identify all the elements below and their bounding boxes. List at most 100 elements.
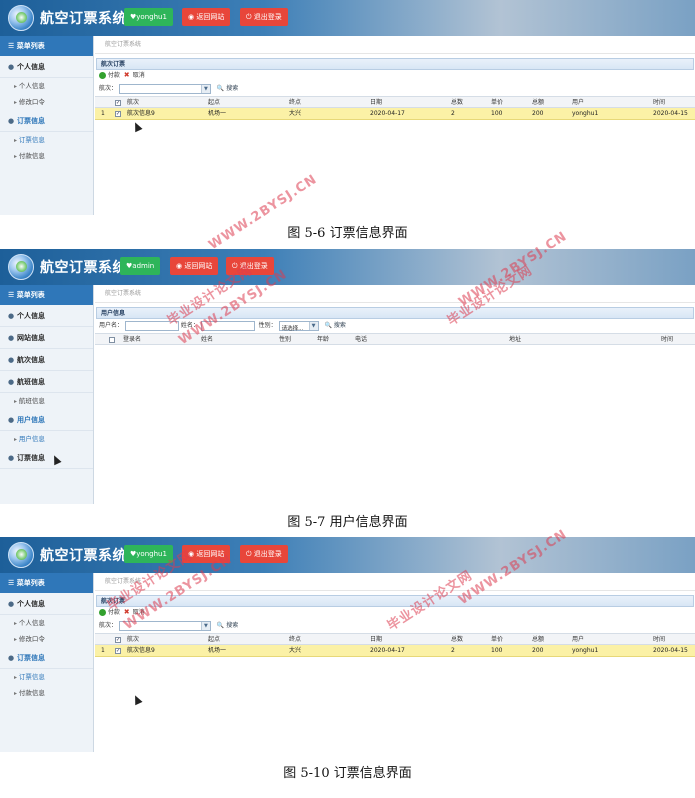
sidebar-item-personal-info[interactable]: 个人信息 <box>0 615 93 631</box>
search-button[interactable]: 🔍 搜索 <box>324 322 345 329</box>
row-checkbox[interactable]: ✓ <box>115 648 121 654</box>
sidebar: ☰ 菜单列表 ●个人信息 个人信息 修改口令 ●订票信息 订票信息 付款信息 <box>0 36 94 215</box>
home-button[interactable]: ◉ 返回网站 <box>182 8 231 26</box>
home-button[interactable]: ◉ 返回网站 <box>170 257 219 275</box>
header-bar: 航空订票系统 ♥yonghu1 ◉ 返回网站 ⏻ 退出登录 <box>0 537 695 573</box>
sidebar: ☰ 菜单列表 ●个人信息 ●网站信息 ●航次信息 ●航班信息 航班信息 ●用户信… <box>0 285 94 504</box>
sidebar-group-label: 航次信息 <box>17 356 45 364</box>
table-cell: 大兴 <box>289 110 302 117</box>
cancel-button[interactable]: ✖ 取消 <box>123 71 145 80</box>
sidebar-item-personal-info[interactable]: 个人信息 <box>0 78 93 94</box>
sidebar-group-personal[interactable]: ● 个人信息 <box>0 305 93 327</box>
gender-value: 请选择... <box>281 325 304 332</box>
sidebar-heading: ☰ 菜单列表 <box>0 285 93 305</box>
breadcrumb: 航空订票系统 <box>95 36 695 54</box>
toolbar: 付款 ✖ 取消 <box>95 70 695 82</box>
fade-overlay <box>95 434 695 504</box>
table-cell: yonghu1 <box>572 110 599 117</box>
select-all-checkbox[interactable]: ✓ <box>115 100 121 106</box>
cancel-icon: ✖ <box>123 71 130 79</box>
column-header: 年龄 <box>317 336 330 343</box>
user-name: yonghu1 <box>136 550 167 558</box>
table-cell: 2020-04-17 <box>370 647 405 654</box>
sidebar-group-personal[interactable]: ● 个人信息 <box>0 593 93 615</box>
table-cell: 航次信息9 <box>127 110 155 117</box>
app-logo <box>8 5 34 31</box>
user-icon: ● <box>8 378 15 386</box>
search-button[interactable]: 🔍 搜索 <box>217 622 238 629</box>
sidebar-group-label: 个人信息 <box>17 600 45 608</box>
flight-select[interactable]: ▼ <box>118 83 211 94</box>
sidebar-group-site[interactable]: ● 网站信息 <box>0 327 93 349</box>
sidebar-group-users[interactable]: ● 用户信息 <box>0 409 93 431</box>
sidebar-item-user-info[interactable]: 用户信息 <box>0 431 93 447</box>
table-row[interactable]: 1 ✓ 航次信息9 机场一 大兴 2020-04-17 2 100 200 yo… <box>95 108 695 120</box>
table-cell: 机场一 <box>208 647 227 654</box>
table-cell: 航次信息9 <box>127 647 155 654</box>
sidebar-item-payment-info[interactable]: 付款信息 <box>0 685 93 701</box>
sidebar-group-personal[interactable]: ● 个人信息 <box>0 56 93 78</box>
logout-button[interactable]: ⏻ 退出登录 <box>240 545 288 563</box>
panel-title: 航次订票 <box>96 58 694 70</box>
sidebar-item-change-password[interactable]: 修改口令 <box>0 94 93 110</box>
sidebar-group-booking[interactable]: ● 订票信息 <box>0 110 93 132</box>
gender-select[interactable]: 请选择... ▼ <box>278 320 319 332</box>
user-icon: ● <box>8 654 15 662</box>
mouse-cursor-icon <box>131 120 143 133</box>
search-button[interactable]: 🔍 搜索 <box>217 85 238 92</box>
home-button-label: 返回网站 <box>184 262 213 270</box>
mouse-cursor-icon <box>131 693 143 706</box>
sidebar-group-booking[interactable]: ● 订票信息 <box>0 647 93 669</box>
main-content: 航空订票系统 航次订票 付款 ✖ 取消 航次： ▼ 🔍 搜索 ✓ 航次 起点 终… <box>95 573 695 752</box>
figure-caption: 图 5-10 订票信息界面 <box>283 766 412 781</box>
user-icon: ● <box>8 356 15 364</box>
figure-caption: 图 5-6 订票信息界面 <box>287 226 408 241</box>
table-cell: 100 <box>491 110 503 117</box>
table-header: ✓ 航次 起点 终点 日期 总数 单价 总额 用户 时间 <box>95 633 695 645</box>
user-name: yonghu1 <box>136 13 167 21</box>
sidebar-group-label: 网站信息 <box>17 334 45 342</box>
user-badge[interactable]: ♥yonghu1 <box>124 8 173 26</box>
chevron-down-icon: ▼ <box>308 321 318 330</box>
sidebar-group-label: 个人信息 <box>17 63 45 71</box>
filter-bar: 航次： ▼ 🔍 搜索 <box>95 82 695 96</box>
select-all-checkbox[interactable] <box>109 337 115 343</box>
sidebar-group-flight-info[interactable]: ● 航班信息 <box>0 371 93 393</box>
sidebar-item-booking-info[interactable]: 订票信息 <box>0 132 93 148</box>
check-icon <box>99 72 106 79</box>
pay-button[interactable]: 付款 <box>99 72 120 79</box>
logout-button-label: 退出登录 <box>253 13 282 21</box>
table-row[interactable]: 1 ✓ 航次信息9 机场一 大兴 2020-04-17 2 100 200 yo… <box>95 645 695 657</box>
user-icon: ● <box>8 334 15 342</box>
table-header: ✓ 航次 起点 终点 日期 总数 单价 总额 用户 时间 <box>95 96 695 108</box>
sidebar-item-payment-info[interactable]: 付款信息 <box>0 148 93 164</box>
check-icon <box>99 609 106 616</box>
gender-label: 性别： <box>258 322 277 329</box>
table-cell: 大兴 <box>289 647 302 654</box>
sidebar-group-label: 订票信息 <box>17 654 45 662</box>
sidebar-group-booking[interactable]: ● 订票信息 <box>0 447 93 469</box>
sidebar-item-booking-info[interactable]: 订票信息 <box>0 669 93 685</box>
sidebar-group-label: 订票信息 <box>17 117 45 125</box>
sidebar-heading: ☰ 菜单列表 <box>0 573 93 593</box>
app-title: 航空订票系统 <box>40 260 127 276</box>
column-header: 电话 <box>355 336 368 343</box>
row-number: 1 <box>101 647 105 654</box>
logout-button-label: 退出登录 <box>253 550 282 558</box>
screenshot-booking-2: 航空订票系统 ♥yonghu1 ◉ 返回网站 ⏻ 退出登录 ☰ 菜单列表 ● 个人… <box>0 537 695 752</box>
sidebar-item-flight-info[interactable]: 航班信息 <box>0 393 93 409</box>
search-button-label: 搜索 <box>226 622 239 629</box>
user-icon: ● <box>8 117 15 125</box>
user-name: admin <box>132 262 155 270</box>
sidebar-group-label: 订票信息 <box>17 454 45 462</box>
sidebar-group-flights[interactable]: ● 航次信息 <box>0 349 93 371</box>
figure-caption: 图 5-7 用户信息界面 <box>287 515 408 530</box>
select-all-checkbox[interactable]: ✓ <box>115 637 121 643</box>
search-button-label: 搜索 <box>333 322 346 329</box>
sidebar-item-change-password[interactable]: 修改口令 <box>0 631 93 647</box>
logout-button[interactable]: ⏻ 退出登录 <box>240 8 288 26</box>
row-checkbox[interactable]: ✓ <box>115 111 121 117</box>
user-badge[interactable]: ♥admin <box>120 257 161 275</box>
table-cell: 2020-04-15 <box>653 110 688 117</box>
app-title: 航空订票系统 <box>40 11 127 27</box>
